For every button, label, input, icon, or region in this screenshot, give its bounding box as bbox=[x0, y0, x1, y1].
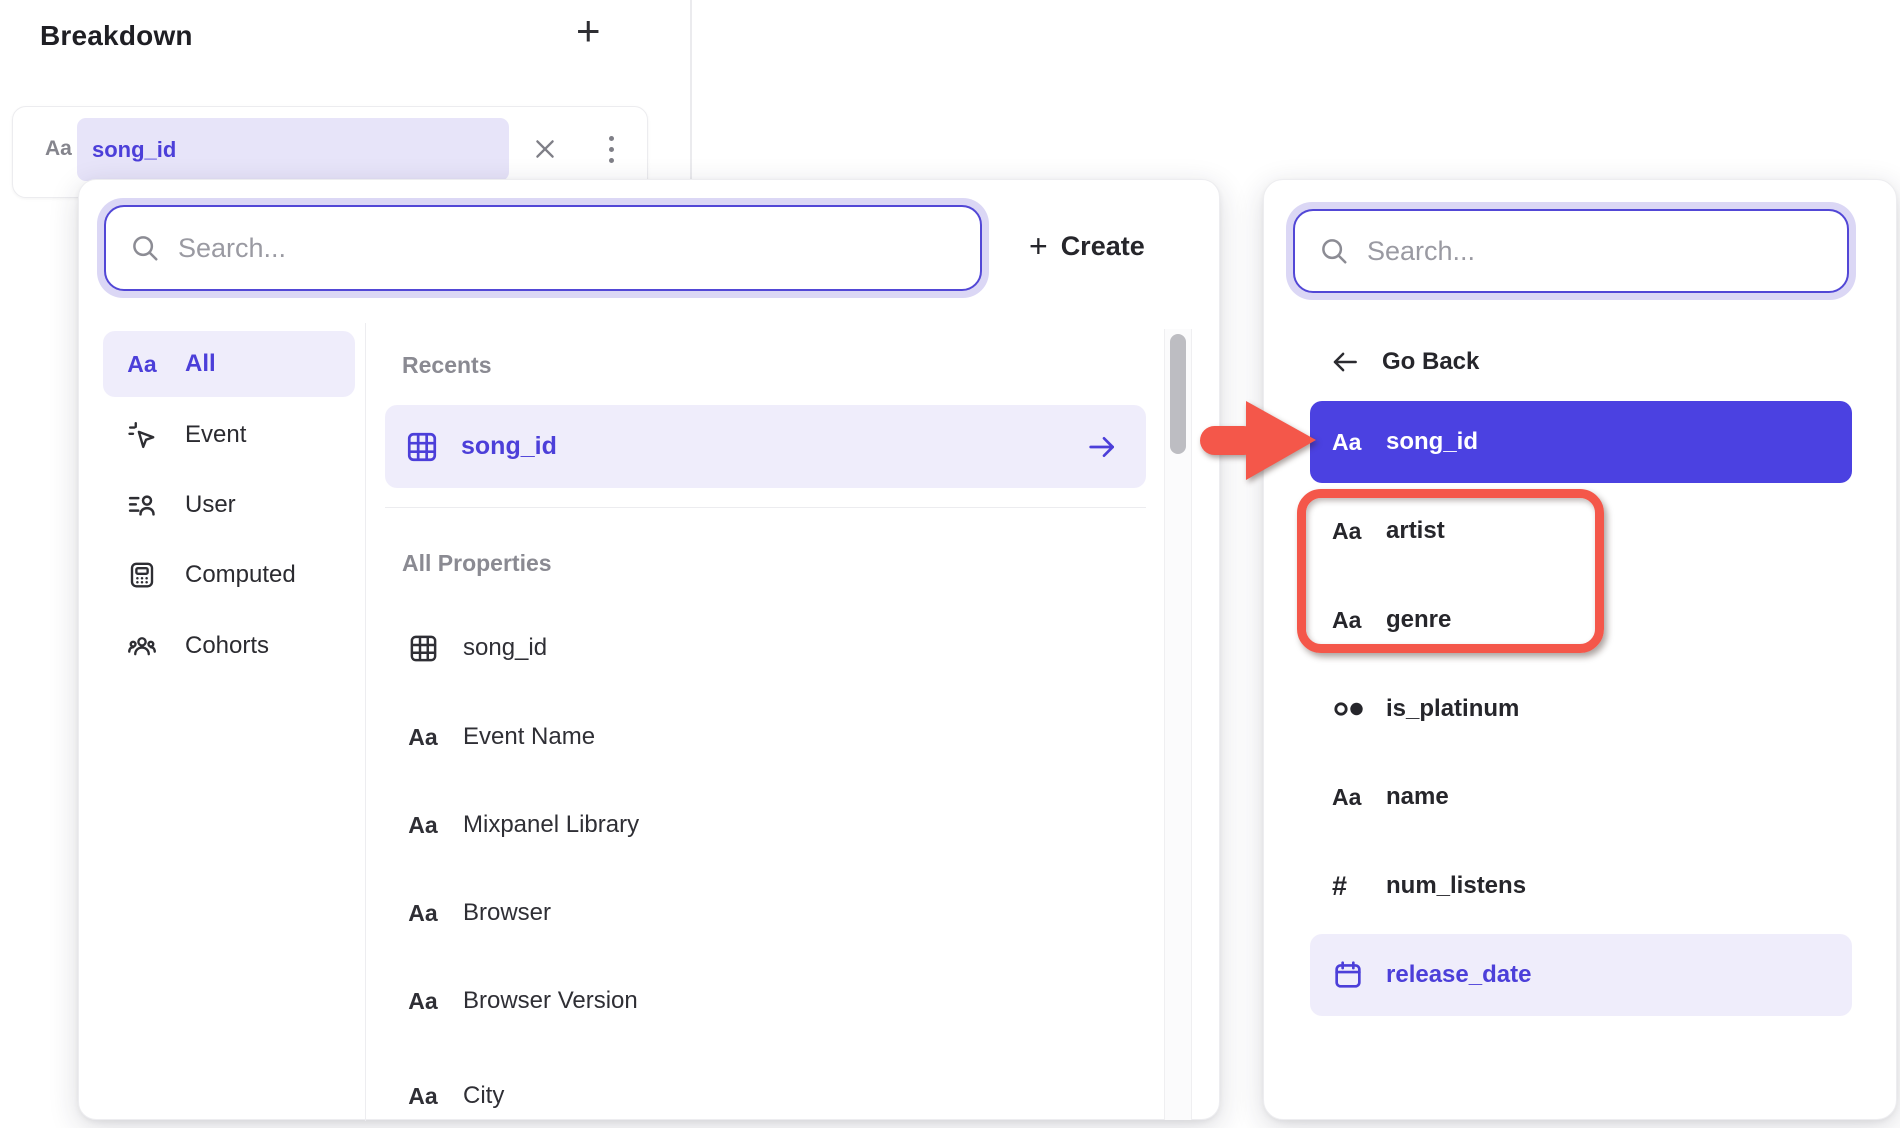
value-row-artist[interactable]: Aa artist bbox=[1310, 506, 1852, 556]
property-row-event-name[interactable]: Aa Event Name bbox=[385, 712, 1146, 762]
value-row-num-listens[interactable]: # num_listens bbox=[1310, 861, 1852, 911]
text-type-icon: Aa bbox=[405, 812, 441, 839]
grid-property-icon bbox=[405, 430, 439, 464]
user-profile-icon bbox=[125, 490, 159, 520]
breakdown-property-chip[interactable]: song_id bbox=[77, 118, 509, 181]
search-input[interactable] bbox=[178, 233, 980, 264]
text-type-icon: Aa bbox=[125, 351, 159, 378]
scrollbar-thumb[interactable] bbox=[1170, 334, 1186, 454]
cohorts-people-icon bbox=[125, 631, 159, 661]
value-row-song-id-selected[interactable]: Aa song_id bbox=[1310, 401, 1852, 483]
text-type-icon: Aa bbox=[405, 988, 441, 1015]
computed-calculator-icon bbox=[125, 560, 159, 590]
grid-property-icon bbox=[405, 633, 441, 664]
category-user[interactable]: User bbox=[103, 477, 355, 533]
text-type-icon: Aa bbox=[1332, 784, 1372, 811]
text-type-icon: Aa bbox=[1332, 607, 1372, 634]
more-options-icon[interactable] bbox=[589, 127, 633, 171]
property-values-dropdown: Go Back Aa song_id Aa artist Aa genre is… bbox=[1263, 179, 1897, 1120]
create-property-button[interactable]: + Create bbox=[1029, 230, 1145, 262]
boolean-type-icon bbox=[1332, 696, 1372, 722]
property-picker-dropdown: + Create Aa All Event User Computed bbox=[78, 179, 1220, 1120]
builder-panel-border bbox=[690, 0, 692, 180]
text-type-icon: Aa bbox=[405, 900, 441, 927]
search-field-focus-ring bbox=[97, 198, 989, 298]
screen: Breakdown + Aa song_id + Create Aa All bbox=[0, 0, 1900, 1128]
search-input[interactable] bbox=[1367, 236, 1847, 267]
property-row-browser[interactable]: Aa Browser bbox=[385, 888, 1146, 938]
value-row-release-date[interactable]: release_date bbox=[1310, 934, 1852, 1016]
search-field[interactable] bbox=[1293, 209, 1849, 293]
category-label: Computed bbox=[185, 561, 296, 589]
remove-breakdown-icon[interactable] bbox=[523, 127, 567, 171]
category-label: All bbox=[185, 350, 216, 378]
search-field-focus-ring bbox=[1286, 202, 1856, 300]
recent-property-label: song_id bbox=[461, 432, 557, 461]
go-back-button[interactable]: Go Back bbox=[1310, 336, 1479, 388]
category-label: Event bbox=[185, 421, 246, 449]
property-row-song-id[interactable]: song_id bbox=[385, 623, 1146, 673]
text-type-icon: Aa bbox=[45, 137, 72, 161]
text-type-icon: Aa bbox=[405, 1083, 441, 1110]
category-label: User bbox=[185, 491, 236, 519]
property-row-city[interactable]: Aa City bbox=[385, 1071, 1146, 1121]
search-icon bbox=[130, 233, 160, 263]
breakdown-section-title: Breakdown bbox=[40, 20, 193, 52]
number-type-icon: # bbox=[1332, 871, 1372, 902]
category-cohorts[interactable]: Cohorts bbox=[103, 618, 355, 674]
category-all[interactable]: Aa All bbox=[103, 331, 355, 397]
value-row-name[interactable]: Aa name bbox=[1310, 772, 1852, 822]
category-label: Cohorts bbox=[185, 632, 269, 660]
search-field[interactable] bbox=[104, 205, 982, 291]
add-breakdown-button[interactable]: + bbox=[576, 10, 601, 52]
calendar-date-icon bbox=[1332, 959, 1372, 991]
category-computed[interactable]: Computed bbox=[103, 547, 355, 603]
value-row-is-platinum[interactable]: is_platinum bbox=[1310, 684, 1852, 734]
text-type-icon: Aa bbox=[405, 724, 441, 751]
category-event[interactable]: Event bbox=[103, 407, 355, 463]
event-cursor-icon bbox=[125, 420, 159, 450]
divider bbox=[385, 507, 1146, 508]
all-properties-section-label: All Properties bbox=[402, 550, 552, 577]
recents-section-label: Recents bbox=[402, 352, 491, 379]
back-arrow-icon bbox=[1330, 347, 1360, 377]
property-row-mixpanel-library[interactable]: Aa Mixpanel Library bbox=[385, 800, 1146, 850]
property-row-browser-version[interactable]: Aa Browser Version bbox=[385, 976, 1146, 1026]
divider bbox=[365, 323, 366, 1121]
value-row-genre[interactable]: Aa genre bbox=[1310, 595, 1852, 645]
text-type-icon: Aa bbox=[1332, 429, 1372, 456]
plus-icon: + bbox=[1029, 230, 1048, 262]
text-type-icon: Aa bbox=[1332, 518, 1372, 545]
search-icon bbox=[1319, 236, 1349, 266]
drill-in-arrow-icon[interactable] bbox=[1086, 431, 1118, 463]
chip-value: song_id bbox=[92, 137, 176, 163]
recent-property-song-id[interactable]: song_id bbox=[385, 405, 1146, 488]
